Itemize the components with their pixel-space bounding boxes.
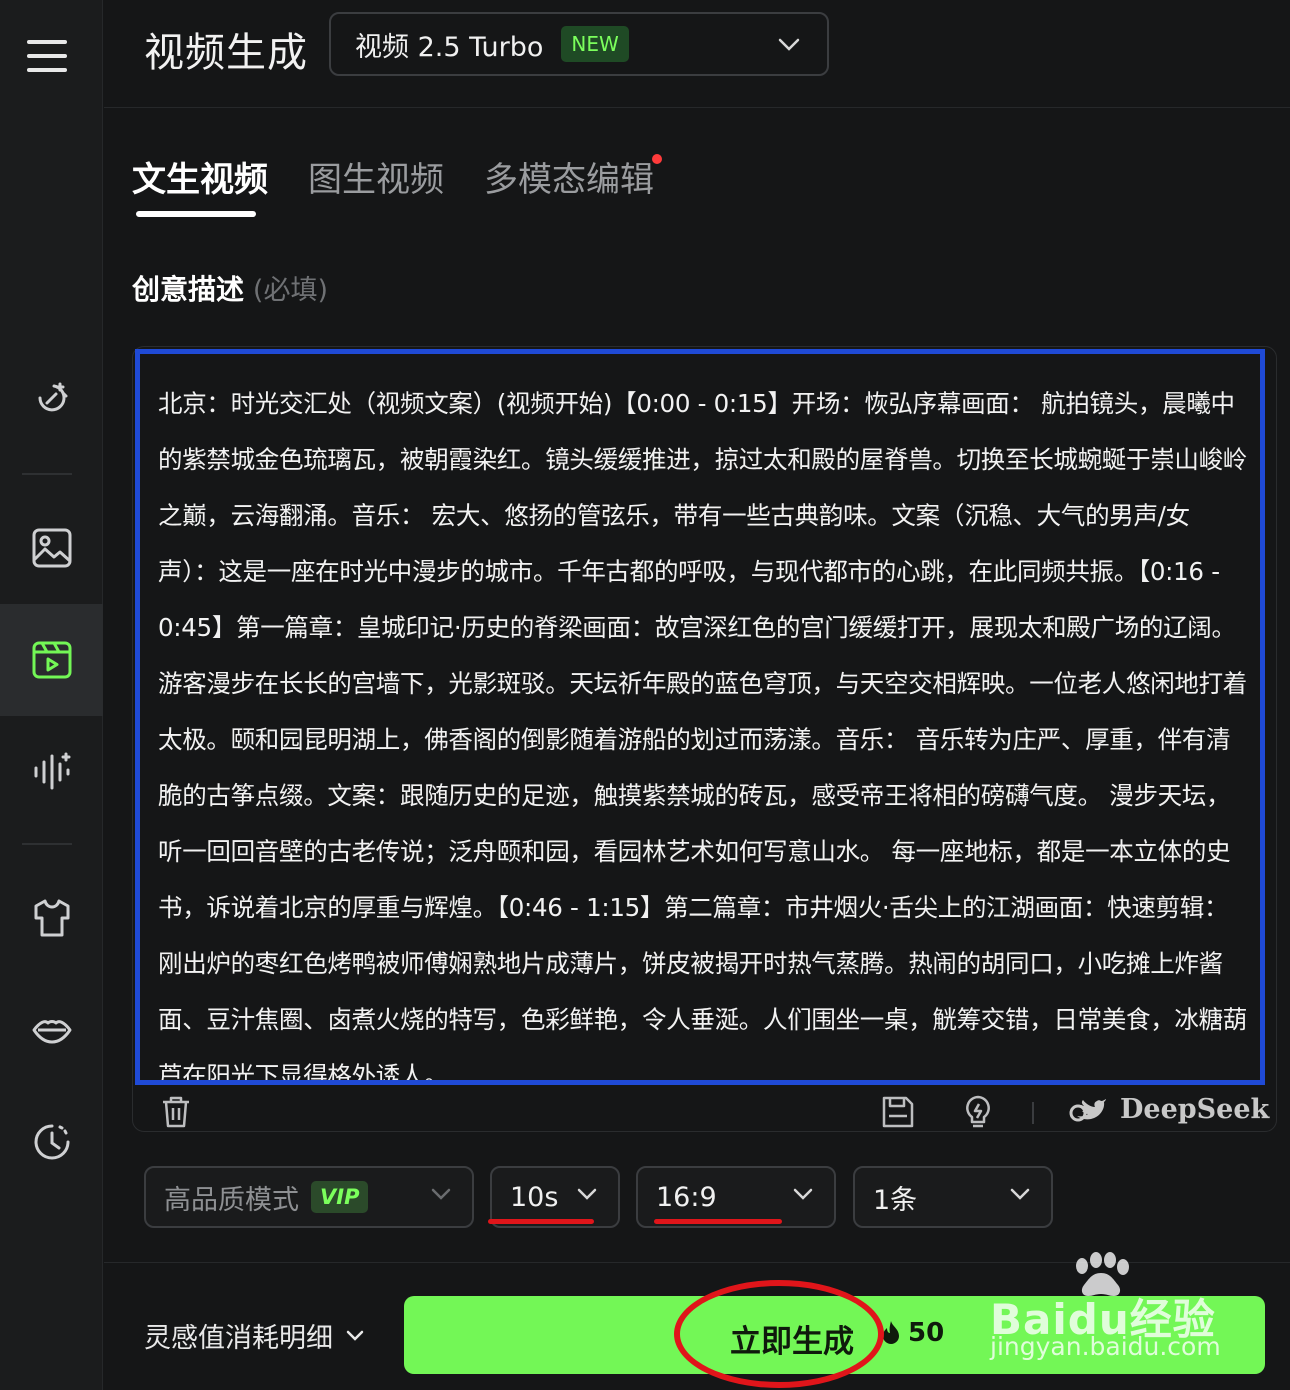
lips-icon — [32, 1020, 71, 1044]
tshirt-icon — [34, 899, 69, 937]
tab-image-to-video[interactable]: 图生视频 — [308, 152, 444, 201]
chevron-down-icon — [793, 1188, 813, 1200]
generate-button[interactable]: 立即生成 50 — [404, 1296, 1265, 1374]
prompt-label-text: 创意描述 — [132, 273, 245, 306]
sidebar-item-magic[interactable] — [0, 344, 103, 456]
history-clock-icon — [34, 1124, 69, 1160]
count-value: 1条 — [873, 1184, 918, 1216]
generate-cost-value: 50 — [908, 1318, 945, 1348]
menu-icon[interactable] — [27, 40, 67, 72]
model-name: 视频 2.5 Turbo — [355, 31, 544, 63]
duration-value: 10s — [510, 1181, 559, 1213]
sidebar-divider — [22, 473, 72, 475]
lightbulb-icon[interactable] — [960, 1094, 996, 1130]
quality-mode-label: 高品质模式 — [164, 1184, 299, 1216]
tab-text-to-video[interactable]: 文生视频 — [132, 152, 268, 201]
editor-toolbar: DeepSeek — [132, 1088, 1277, 1132]
sidebar-item-clothing[interactable] — [0, 862, 103, 974]
prompt-textarea[interactable]: 北京：时光交汇处（视频文案）(视频开始)【0:00 - 0:15】开场：恢弘序幕… — [135, 349, 1265, 1085]
count-select[interactable]: 1条 — [853, 1166, 1053, 1228]
chevron-down-icon — [778, 38, 800, 51]
notification-dot — [652, 154, 662, 164]
sidebar-item-audio[interactable] — [0, 716, 103, 828]
video-icon — [32, 641, 71, 679]
audio-wave-icon — [34, 752, 70, 790]
aspect-ratio-value: 16:9 — [656, 1181, 717, 1213]
image-icon — [32, 528, 71, 568]
save-icon[interactable] — [880, 1094, 916, 1130]
sidebar-item-history[interactable] — [0, 1086, 103, 1198]
generate-label: 立即生成 — [730, 1324, 854, 1360]
trash-icon[interactable] — [158, 1094, 194, 1130]
deepseek-whale-icon — [1069, 1098, 1106, 1121]
paw-logo-icon — [1076, 1252, 1129, 1296]
flame-icon — [883, 1321, 899, 1344]
deepseek-label: DeepSeek — [1120, 1094, 1270, 1125]
annotation-underline-ratio — [654, 1219, 782, 1224]
cost-detail-toggle[interactable]: 灵感值消耗明细 — [144, 1316, 365, 1355]
chevron-down-icon — [346, 1330, 364, 1341]
footer-divider — [104, 1262, 1290, 1263]
cost-detail-label: 灵感值消耗明细 — [144, 1323, 333, 1354]
tab-multimodal-edit[interactable]: 多模态编辑 — [484, 152, 654, 201]
sidebar — [0, 0, 103, 1390]
prompt-label: 创意描述 (必填) — [132, 268, 328, 308]
new-badge: NEW — [561, 26, 629, 62]
sidebar-item-lipsync[interactable] — [0, 974, 103, 1086]
magic-wand-icon — [38, 382, 67, 412]
quality-mode-select[interactable]: 高品质模式 VIP — [144, 1166, 474, 1228]
model-select[interactable]: 视频 2.5 Turbo NEW — [329, 12, 829, 76]
generate-cost: 50 — [880, 1318, 944, 1348]
chevron-down-icon — [1010, 1188, 1030, 1200]
header: 视频生成 视频 2.5 Turbo NEW — [104, 0, 1290, 108]
sidebar-item-image[interactable] — [0, 492, 103, 604]
vip-badge: VIP — [311, 1181, 369, 1213]
sidebar-divider — [22, 843, 72, 845]
active-tab-underline — [136, 211, 256, 217]
toolbar-separator — [1032, 1102, 1034, 1124]
required-hint: (必填) — [252, 275, 328, 306]
page-title: 视频生成 — [144, 30, 308, 76]
sidebar-item-video[interactable] — [0, 604, 103, 716]
deepseek-button[interactable]: DeepSeek — [1068, 1094, 1269, 1125]
chevron-down-icon — [577, 1188, 597, 1200]
chevron-down-icon — [431, 1188, 451, 1200]
annotation-underline-duration — [488, 1219, 594, 1224]
